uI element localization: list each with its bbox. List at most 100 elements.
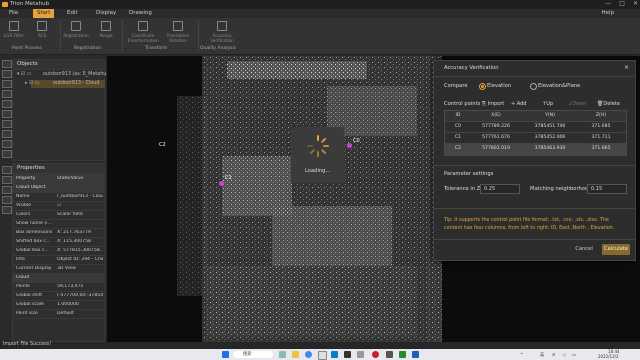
coordinate-transformation-button[interactable]: Coordinate Transformation [124,20,162,43]
down-button[interactable]: ↓Down [568,101,586,107]
start-icon[interactable] [222,351,229,358]
app-title: Trion Metahub [10,1,50,7]
cell-y: 3785452.006 [534,135,566,140]
translation-rotation-button[interactable]: Translation Rotation [162,20,194,43]
control-point-marker[interactable] [347,143,352,148]
wifi-icon[interactable]: ≋ [552,352,556,357]
tree-item-cloud[interactable]: outdoor913 - Cloud [53,81,99,86]
menu-drawing[interactable]: Drawing [129,10,152,16]
minimize-button[interactable]: — [605,0,611,7]
property-key: Global scale [16,302,44,307]
chrome-icon[interactable] [318,351,327,360]
menu-start[interactable]: Start [33,9,55,18]
accuracy-verification-button[interactable]: Accuracy Verification [205,20,239,43]
loading-text: Loading... [305,168,331,174]
merge-button[interactable]: Merge [92,20,120,42]
metahub-icon[interactable] [386,351,393,358]
accuracy-verification-dialog: Accuracy Verification × Compare Elevatio… [433,60,636,261]
maximize-button[interactable]: □ [619,0,625,7]
ribbon-toolbar: LGR Filter RCS Registration Merge Coordi… [0,18,640,55]
app-icon[interactable] [399,351,406,358]
word-icon[interactable] [412,351,419,358]
tool-icon[interactable] [2,196,12,204]
tool-icon[interactable] [2,206,12,214]
visible-checkbox[interactable]: ☑ [57,203,103,208]
tool-icon[interactable] [2,90,12,98]
add-button[interactable]: + Add [511,101,526,107]
colors-select[interactable]: Scalar field [57,212,103,217]
property-key: Show name (i... [16,221,52,226]
menu-file[interactable]: File [9,10,18,16]
tool-icon[interactable] [2,110,12,118]
tool-icon[interactable] [2,186,12,194]
app-logo-icon [2,2,8,7]
elevation-radio[interactable] [479,83,486,90]
tool-icon[interactable] [2,100,12,108]
ime-icon[interactable]: 英 [540,352,544,358]
tolerance-input[interactable]: 0.25 [480,184,520,194]
column-header-y: Y(N) [545,113,555,118]
table-row[interactable]: C0 577789.226 3785451.746 371.685 [445,122,626,133]
menu-help[interactable]: Help [601,10,614,16]
app-icon[interactable] [357,351,364,358]
import-icon: ⎘ [482,101,487,107]
tool-icon[interactable] [2,140,12,148]
tree-item-file[interactable]: outdoor913 (as: E_Metahu... [43,72,111,77]
property-value[interactable]: r_outdoor913 - Cloud [57,194,103,199]
elevation-option-label[interactable]: Elevation [487,83,511,89]
table-row[interactable]: C1 577761.676 3785452.006 371.711 [445,133,626,144]
registration-button[interactable]: Registration [62,20,90,42]
ribbon-divider [60,20,61,52]
cell-y: 3785463.930 [534,146,566,151]
tree-expand-icon[interactable]: ▾ ☑ ▭ [17,72,31,77]
volume-icon[interactable]: ◁ [562,352,565,357]
table-row[interactable]: C2 577802.019 3785463.930 371.665 [445,144,626,155]
lgr-filter-label: LGR Filter [3,33,25,38]
close-window-button[interactable]: ✕ [633,0,638,7]
rcs-button[interactable]: RCS [28,20,56,42]
point-size-select[interactable]: Default [57,311,103,316]
tool-icon[interactable] [2,60,12,68]
battery-icon[interactable]: ▭ [572,352,576,357]
property-value: (-577700.00;-378540... [57,293,103,298]
tool-icon[interactable] [2,80,12,88]
calculate-button[interactable]: Calculate [602,244,630,255]
elevation-plane-radio[interactable] [530,83,537,90]
tray-chevron-icon[interactable]: ^ [520,352,524,357]
menu-display[interactable]: Display [96,10,116,16]
record-icon[interactable] [372,351,379,358]
cell-z: 371.665 [591,146,611,151]
clock-date[interactable]: 2022/12/2 [598,354,619,359]
current-display-select[interactable]: 3D View [57,266,103,271]
value-header: State/Value [57,176,84,181]
delete-button[interactable]: 🗑Delete [597,101,620,107]
registration-icon [71,21,81,31]
neighborhood-input[interactable]: 0.15 [587,184,627,194]
dialog-close-button[interactable]: × [624,64,629,71]
tool-icon[interactable] [2,150,12,158]
control-points-label: Control points [444,101,481,107]
control-point-marker[interactable] [219,181,224,186]
dell-icon[interactable] [344,351,351,358]
tool-icon[interactable] [2,120,12,128]
accuracy-verification-label: Accuracy Verification [210,33,234,43]
menu-edit[interactable]: Edit [67,10,78,16]
property-key: Box dimensions [16,230,53,235]
tool-icon[interactable] [2,166,12,174]
delete-label: Delete [603,101,620,107]
cancel-button[interactable]: Cancel [572,244,596,255]
import-button[interactable]: ⎘ Import [482,101,504,107]
tool-icon[interactable] [2,130,12,138]
edge-icon[interactable] [305,351,312,358]
elevation-plane-option-label[interactable]: Elevation&Plane [538,83,580,89]
taskbar-search[interactable]: 搜索 [233,351,273,358]
tool-icon[interactable] [2,70,12,78]
rcs-icon [37,21,47,31]
up-button[interactable]: ↑Up [542,101,553,107]
task-view-icon[interactable] [279,351,286,358]
lgr-filter-button[interactable]: LGR Filter [0,20,28,42]
status-bar: Import File Success! [0,342,640,349]
mail-icon[interactable] [331,351,338,358]
tool-icon[interactable] [2,176,12,184]
file-explorer-icon[interactable] [292,351,299,358]
